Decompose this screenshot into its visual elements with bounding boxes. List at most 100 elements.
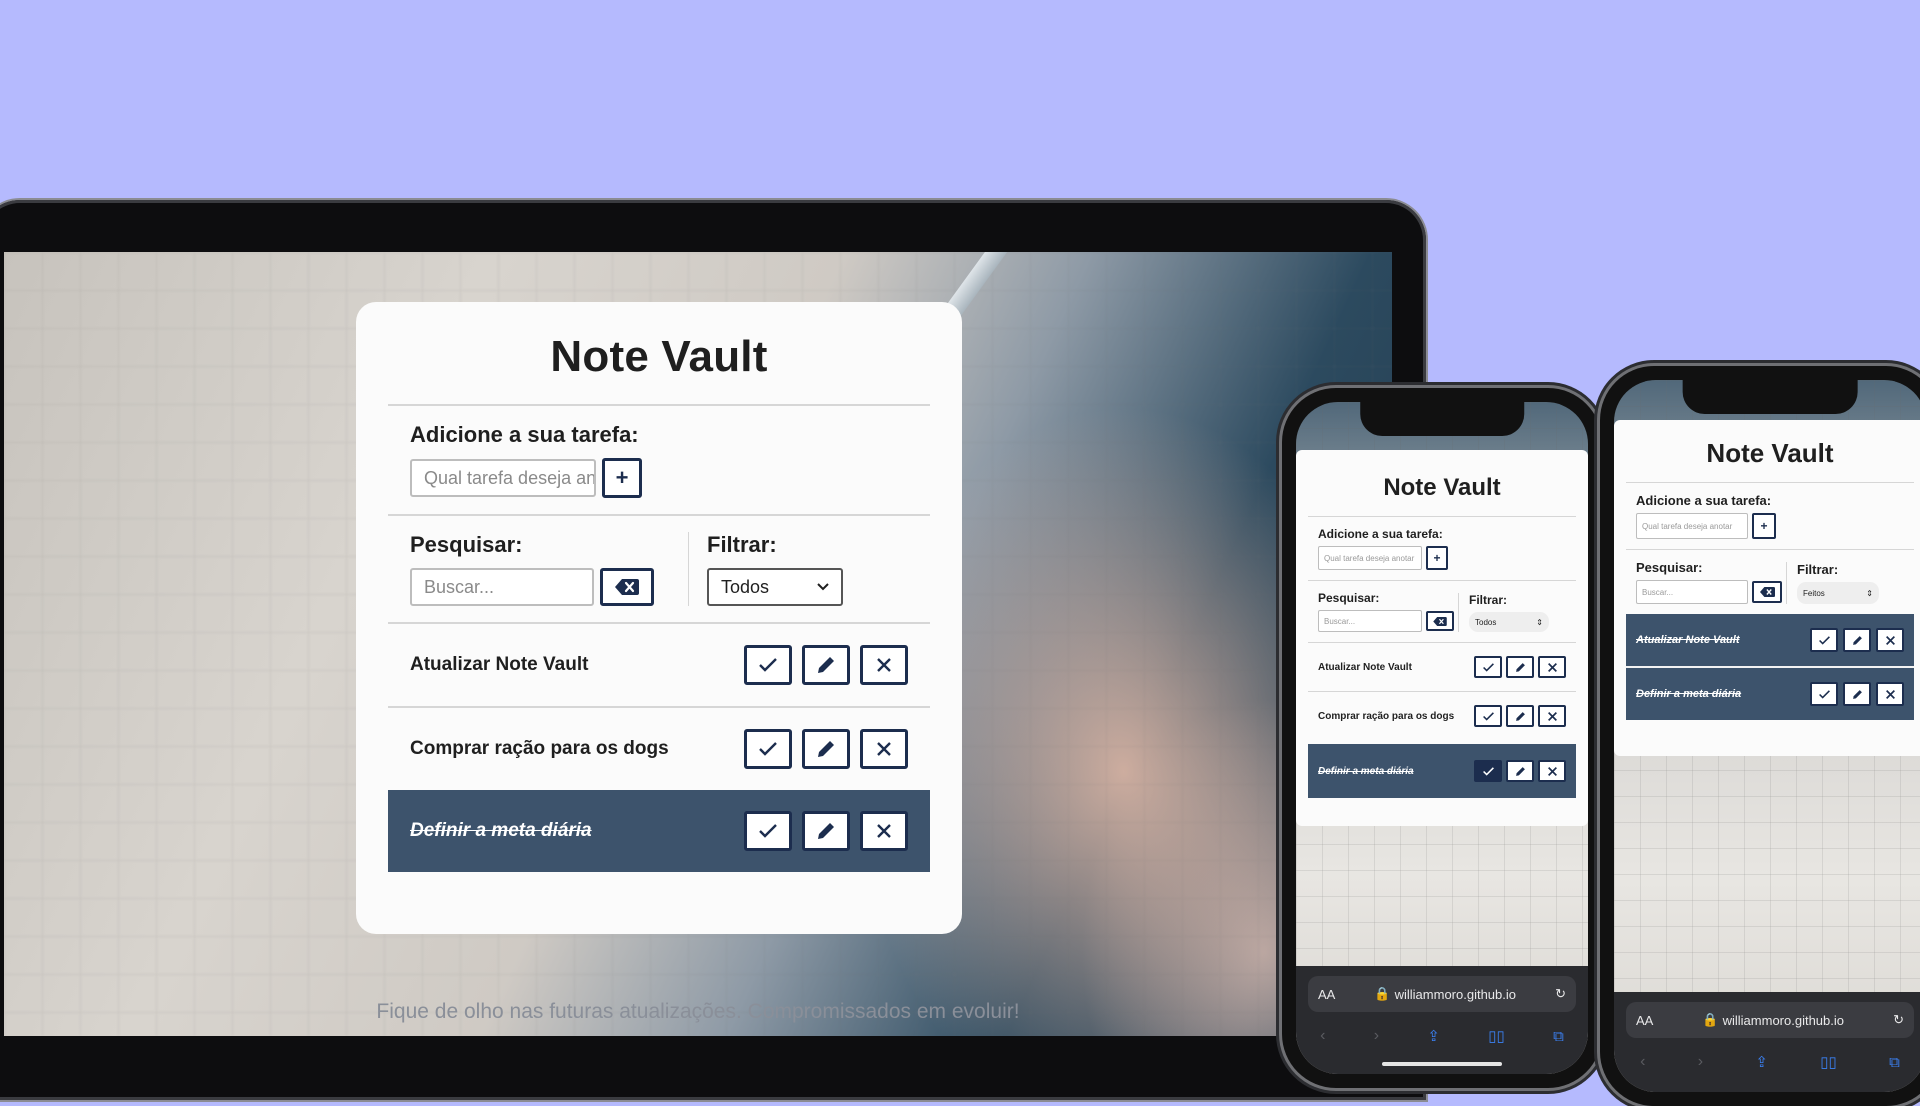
add-task-input[interactable]: Qual tarefa deseja anotar [1318, 546, 1422, 570]
todo-item-done: Definir a meta diária [1626, 668, 1914, 720]
pencil-icon [818, 741, 834, 757]
bookmarks-icon[interactable]: ▯▯ [1488, 1027, 1505, 1045]
todo-item-done: Atualizar Note Vault [1626, 614, 1914, 666]
remove-todo-button[interactable] [860, 811, 908, 851]
remove-todo-button[interactable] [1538, 656, 1566, 678]
add-task-button[interactable]: + [1426, 546, 1448, 570]
lock-icon: 🔒 [1374, 986, 1391, 1001]
remove-todo-button[interactable] [1876, 628, 1904, 652]
finish-todo-button[interactable] [1474, 705, 1502, 727]
todo-text: Comprar ração para os dogs [1318, 710, 1455, 722]
add-task-label: Adicione a sua tarefa: [1318, 527, 1443, 541]
search-filter-section: Pesquisar: Buscar... Filtrar: Todos ⇕ [1308, 581, 1576, 642]
filter-group: Filtrar: Feitos ⇕ [1786, 562, 1879, 604]
clear-search-button[interactable] [1426, 611, 1454, 631]
add-task-section: Adicione a sua tarefa: Qual tarefa desej… [1626, 483, 1914, 549]
edit-todo-button[interactable] [1506, 656, 1534, 678]
browser-nav-row: ‹ › ⇪ ▯▯ ⧉ [1614, 1048, 1920, 1076]
search-input[interactable]: Buscar... [1636, 580, 1748, 604]
add-task-label: Adicione a sua tarefa: [1636, 493, 1772, 508]
forward-icon[interactable]: › [1374, 1027, 1379, 1045]
search-input[interactable]: Buscar... [410, 568, 594, 606]
search-group: Pesquisar: Buscar... [1636, 560, 1786, 604]
add-task-button[interactable]: + [1752, 513, 1776, 539]
filter-select[interactable]: Todos ⇕ [1469, 612, 1549, 632]
tabs-icon[interactable]: ⧉ [1553, 1028, 1564, 1045]
check-icon [1818, 689, 1830, 699]
page-title: Note Vault [1383, 474, 1501, 501]
pencil-icon [1515, 711, 1525, 721]
close-icon [877, 824, 891, 838]
remove-todo-button[interactable] [860, 729, 908, 769]
add-task-button[interactable]: + [602, 458, 642, 498]
updown-icon: ⇕ [1536, 617, 1543, 627]
phone-screen: Note Vault Adicione a sua tarefa: Qual t… [1296, 402, 1588, 1074]
back-icon[interactable]: ‹ [1640, 1053, 1645, 1071]
add-task-input[interactable]: Qual tarefa deseja anotar [1636, 513, 1748, 539]
remove-todo-button[interactable] [860, 645, 908, 685]
finish-todo-button[interactable] [1810, 628, 1838, 652]
search-label: Pesquisar: [1318, 591, 1380, 605]
reload-icon[interactable]: ↻ [1893, 1012, 1904, 1028]
clear-search-button[interactable] [600, 568, 654, 606]
page-title: Note Vault [550, 332, 768, 381]
finish-todo-button[interactable] [1810, 682, 1838, 706]
back-icon[interactable]: ‹ [1320, 1027, 1325, 1045]
address-bar[interactable]: AA 🔒 williammoro.github.io ↻ [1626, 1002, 1914, 1038]
bookmarks-icon[interactable]: ▯▯ [1820, 1053, 1837, 1071]
filter-label: Filtrar: [1469, 593, 1508, 607]
edit-todo-button[interactable] [802, 729, 850, 769]
add-task-input[interactable]: Qual tarefa deseja anotar [410, 459, 596, 497]
edit-todo-button[interactable] [802, 645, 850, 685]
remove-todo-button[interactable] [1538, 760, 1566, 782]
check-icon [759, 742, 777, 756]
tabs-icon[interactable]: ⧉ [1889, 1054, 1900, 1071]
lock-icon: 🔒 [1702, 1012, 1719, 1027]
filter-selected-value: Todos [1475, 617, 1497, 627]
browser-nav-row: ‹ › ⇪ ▯▯ ⧉ [1296, 1022, 1588, 1050]
phone-notch [1360, 402, 1524, 436]
edit-todo-button[interactable] [802, 811, 850, 851]
edit-todo-button[interactable] [1843, 628, 1871, 652]
text-size-button[interactable]: AA [1318, 987, 1335, 1002]
footer-message: Fique de olho nas futuras atualizações. … [376, 1000, 1020, 1023]
remove-todo-button[interactable] [1538, 705, 1566, 727]
address-bar[interactable]: AA 🔒 williammoro.github.io ↻ [1308, 976, 1576, 1012]
close-icon [877, 658, 891, 672]
edit-todo-button[interactable] [1506, 705, 1534, 727]
text-size-button[interactable]: AA [1636, 1013, 1653, 1028]
filter-selected-value: Feitos [1803, 588, 1825, 598]
reload-icon[interactable]: ↻ [1555, 986, 1566, 1002]
search-filter-section: Pesquisar: Buscar... Filtrar: Feitos ⇕ [1626, 550, 1914, 614]
todo-text: Definir a meta diária [410, 820, 592, 841]
finish-todo-button[interactable] [744, 811, 792, 851]
finish-todo-button[interactable] [1474, 760, 1502, 782]
todo-item: Comprar ração para os dogs [388, 708, 930, 790]
finish-todo-button[interactable] [1474, 656, 1502, 678]
close-icon [1885, 689, 1895, 699]
check-icon [1482, 662, 1494, 672]
remove-todo-button[interactable] [1876, 682, 1904, 706]
forward-icon[interactable]: › [1698, 1053, 1703, 1071]
todo-item: Comprar ração para os dogs [1308, 692, 1576, 740]
app-card: Note Vault Adicione a sua tarefa: Qual t… [1296, 450, 1588, 826]
phone-notch [1682, 380, 1858, 414]
search-input[interactable]: Buscar... [1318, 610, 1422, 632]
finish-todo-button[interactable] [744, 729, 792, 769]
phone-mockup-left: Note Vault Adicione a sua tarefa: Qual t… [1282, 388, 1602, 1088]
share-icon[interactable]: ⇪ [1427, 1027, 1440, 1045]
filter-select[interactable]: Todos [707, 568, 843, 606]
filter-select[interactable]: Feitos ⇕ [1797, 582, 1879, 604]
edit-todo-button[interactable] [1506, 760, 1534, 782]
filter-group: Filtrar: Todos [689, 532, 843, 606]
filter-selected-value: Todos [721, 576, 770, 597]
backspace-icon [1433, 616, 1447, 626]
clear-search-button[interactable] [1752, 581, 1782, 603]
search-group: Pesquisar: Buscar... [1318, 591, 1458, 632]
check-icon [759, 658, 777, 672]
chevron-down-icon [817, 583, 829, 591]
share-icon[interactable]: ⇪ [1755, 1053, 1768, 1071]
edit-todo-button[interactable] [1843, 682, 1871, 706]
finish-todo-button[interactable] [744, 645, 792, 685]
todo-item: Atualizar Note Vault [388, 624, 930, 706]
